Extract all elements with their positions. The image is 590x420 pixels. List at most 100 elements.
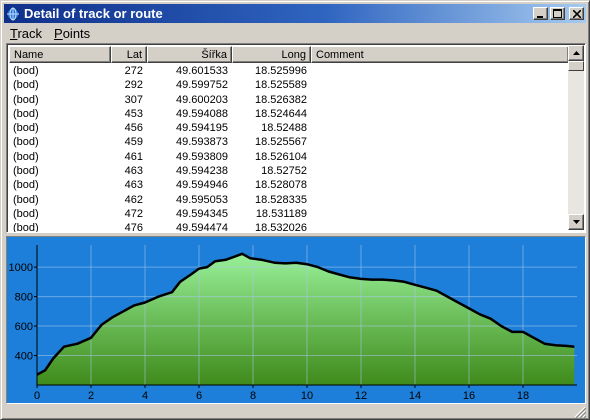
table-row[interactable]: (bod) 456 49.594195 18.52488	[9, 121, 569, 135]
table-cell: 18.52488	[261, 122, 307, 135]
table-cell: 49.593873	[176, 136, 228, 149]
table-cell: 49.595053	[176, 193, 228, 206]
table-cell	[311, 178, 569, 192]
table-cell: 463	[124, 165, 143, 178]
column-header-lat[interactable]: Lat	[111, 46, 147, 63]
column-header-comment[interactable]: Comment	[311, 46, 569, 63]
table-cell: 463	[124, 179, 143, 192]
track-detail-window: Detail of track or route Track Points Na…	[0, 0, 590, 420]
close-icon	[572, 9, 581, 18]
table-cell: (bod)	[13, 207, 39, 220]
table-cell: 18.528335	[255, 193, 307, 206]
x-tick-label: 8	[250, 390, 256, 402]
menu-track-rest: rack	[17, 25, 43, 41]
table-cell: 462	[124, 193, 143, 206]
x-tick-label: 2	[88, 390, 94, 402]
column-header-sirka[interactable]: Šířka	[147, 46, 232, 63]
minimize-button[interactable]	[533, 7, 548, 20]
x-tick-label: 12	[355, 390, 367, 402]
menu-bar: Track Points	[4, 24, 96, 42]
table-cell: 18.532026	[255, 222, 307, 233]
table-cell: 49.594474	[176, 222, 228, 233]
resize-grip-icon[interactable]	[574, 406, 586, 418]
arrow-down-icon	[572, 220, 580, 224]
window-title: Detail of track or route	[24, 6, 163, 21]
maximize-button[interactable]	[550, 7, 565, 20]
maximize-icon	[553, 9, 562, 18]
table-cell: (bod)	[13, 93, 39, 106]
track-points-list[interactable]: Name Lat Šířka Long Comment (bod) 272 49.6…	[6, 43, 586, 233]
table-cell: 49.594195	[176, 122, 228, 135]
table-cell: 472	[124, 207, 143, 220]
list-vertical-scrollbar[interactable]	[568, 45, 584, 230]
column-header-name[interactable]: Name	[9, 46, 111, 63]
arrow-up-icon	[572, 51, 580, 55]
globe-icon	[6, 7, 20, 20]
scroll-up-button[interactable]	[568, 45, 584, 61]
table-cell: 18.52752	[261, 165, 307, 178]
table-row[interactable]: (bod) 453 49.594088 18.524644	[9, 107, 569, 121]
table-cell: 49.594946	[176, 179, 228, 192]
column-header-long[interactable]: Long	[232, 46, 311, 63]
x-tick-label: 0	[34, 390, 40, 402]
menu-points-accel: P	[54, 25, 63, 41]
table-cell: 49.594345	[176, 207, 228, 220]
table-cell: 49.594088	[176, 107, 228, 120]
table-row[interactable]: (bod) 463 49.594946 18.528078	[9, 178, 569, 192]
table-cell: 18.526104	[255, 150, 307, 163]
table-row[interactable]: (bod) 463 49.594238 18.52752	[9, 164, 569, 178]
table-cell: 476	[124, 222, 143, 233]
table-cell: (bod)	[13, 136, 39, 149]
table-cell: 453	[124, 107, 143, 120]
close-button[interactable]	[569, 7, 584, 20]
table-cell: 18.524644	[255, 107, 307, 120]
x-tick-label: 14	[409, 390, 421, 402]
table-cell: 18.525567	[255, 136, 307, 149]
table-row[interactable]: (bod) 292 49.599752 18.525589	[9, 78, 569, 92]
table-cell: 461	[124, 150, 143, 163]
table-cell	[311, 193, 569, 207]
table-cell	[311, 150, 569, 164]
table-row[interactable]: (bod) 272 49.601533 18.525996	[9, 64, 569, 78]
table-row[interactable]: (bod) 476 49.594474 18.532026	[9, 221, 569, 233]
table-cell: 18.525996	[255, 65, 307, 77]
table-cell	[311, 64, 569, 78]
table-cell	[311, 207, 569, 221]
elevation-profile-chart[interactable]: 0 2 4 6 8 10 12 14 16 18 400 600 800 1000	[6, 236, 586, 404]
table-cell: 272	[124, 65, 143, 77]
title-bar[interactable]: Detail of track or route	[4, 4, 586, 23]
table-cell	[311, 164, 569, 178]
y-tick-label: 800	[15, 292, 33, 304]
menu-track[interactable]: Track	[4, 26, 48, 41]
table-cell: 292	[124, 79, 143, 92]
y-tick-label: 1000	[9, 262, 33, 274]
elevation-profile-svg: 0 2 4 6 8 10 12 14 16 18 400 600 800 1000	[7, 237, 585, 403]
table-cell: (bod)	[13, 179, 39, 192]
table-row[interactable]: (bod) 472 49.594345 18.531189	[9, 207, 569, 221]
y-tick-label: 600	[15, 321, 33, 333]
menu-points[interactable]: Points	[48, 26, 96, 41]
table-cell: (bod)	[13, 107, 39, 120]
table-cell: 18.528078	[255, 179, 307, 192]
table-cell	[311, 107, 569, 121]
menu-points-rest: oints	[62, 25, 91, 41]
scroll-down-button[interactable]	[568, 214, 584, 230]
table-cell: 49.594238	[176, 165, 228, 178]
table-row[interactable]: (bod) 459 49.593873 18.525567	[9, 135, 569, 149]
table-row[interactable]: (bod) 307 49.600203 18.526382	[9, 93, 569, 107]
table-cell	[311, 121, 569, 135]
x-tick-label: 4	[142, 390, 148, 402]
table-cell: 49.601533	[176, 65, 228, 77]
table-row[interactable]: (bod) 462 49.595053 18.528335	[9, 193, 569, 207]
table-row[interactable]: (bod) 461 49.593809 18.526104	[9, 150, 569, 164]
x-tick-label: 6	[196, 390, 202, 402]
table-cell	[311, 78, 569, 92]
x-tick-label: 16	[463, 390, 475, 402]
x-tick-label: 18	[517, 390, 529, 402]
x-tick-label: 10	[301, 390, 313, 402]
table-cell: 49.599752	[176, 79, 228, 92]
table-cell: (bod)	[13, 193, 39, 206]
scroll-thumb[interactable]	[568, 61, 584, 71]
table-cell: (bod)	[13, 165, 39, 178]
table-cell: 307	[124, 93, 143, 106]
